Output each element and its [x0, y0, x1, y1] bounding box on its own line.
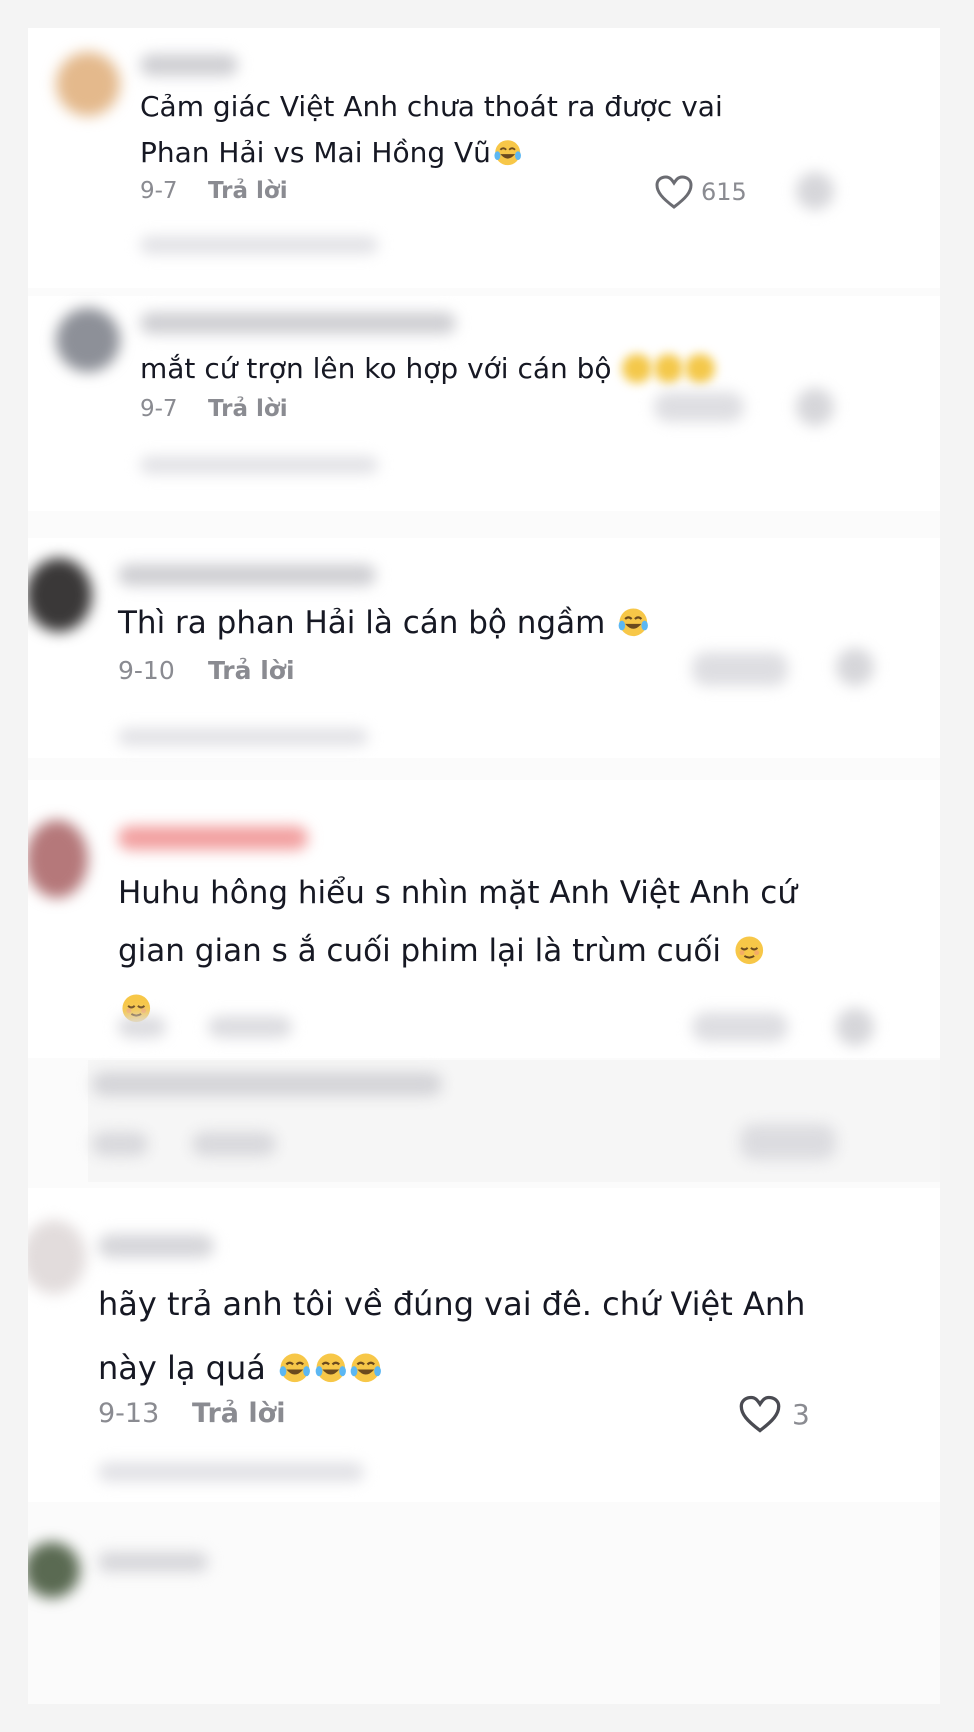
- reply-button[interactable]: [208, 1016, 292, 1038]
- dislike-icon[interactable]: [836, 1008, 874, 1046]
- comment-panel: [88, 1060, 940, 1182]
- username[interactable]: [98, 1234, 214, 1258]
- reply-button[interactable]: [192, 1132, 276, 1156]
- comment-date: 9-7: [140, 396, 178, 422]
- comment-panel: [28, 1516, 940, 1704]
- comment-date: 9-10: [118, 656, 175, 685]
- reply-button[interactable]: Trả lời: [208, 178, 288, 204]
- comment-text: mắt cứ trợn lên ko hợp với cán bộ: [140, 346, 715, 392]
- view-replies-link[interactable]: [140, 236, 378, 254]
- avatar[interactable]: [28, 820, 88, 898]
- like-button[interactable]: [692, 1012, 788, 1042]
- avatar[interactable]: [28, 1220, 86, 1294]
- comment-list: Cảm giác Việt Anh chưa thoát ra được vai…: [28, 28, 940, 1704]
- view-replies-link[interactable]: [118, 728, 368, 746]
- view-replies-link[interactable]: [140, 456, 378, 474]
- avatar[interactable]: [28, 558, 92, 632]
- comment-date: 9-7: [140, 178, 178, 204]
- tears-of-joy-emoji: [618, 608, 649, 637]
- avatar[interactable]: [56, 308, 120, 372]
- comment-panel: Thì ra phan Hải là cán bộ ngầm 9-10 Trả …: [28, 538, 940, 758]
- username[interactable]: [118, 826, 308, 850]
- tears-of-joy-emoji: [279, 1353, 310, 1383]
- reply-button[interactable]: Trả lời: [192, 1398, 285, 1429]
- heart-icon[interactable]: [738, 1394, 782, 1434]
- dislike-icon[interactable]: [796, 388, 834, 426]
- comment-text: [92, 1072, 442, 1096]
- like-count: 3: [792, 1398, 810, 1431]
- view-replies-link[interactable]: [98, 1462, 364, 1482]
- avatar[interactable]: [28, 1542, 80, 1598]
- like-button[interactable]: [692, 652, 788, 686]
- comment-text: Thì ra phan Hải là cán bộ ngầm: [118, 598, 650, 648]
- blurred-emoji: [653, 353, 684, 384]
- relieved-face-emoji: [735, 936, 763, 965]
- reply-button[interactable]: Trả lời: [208, 396, 288, 422]
- dislike-icon[interactable]: [796, 172, 834, 210]
- comment-text: hãy trả anh tôi về đúng vai đê. chứ Việt…: [98, 1285, 806, 1387]
- comment-date: [118, 1016, 166, 1038]
- like-button[interactable]: [654, 392, 744, 422]
- dislike-icon[interactable]: [836, 648, 874, 686]
- comment-panel: Cảm giác Việt Anh chưa thoát ra được vai…: [28, 28, 940, 288]
- avatar[interactable]: [56, 52, 120, 116]
- blurred-emoji: [622, 353, 652, 384]
- comment-panel: hãy trả anh tôi về đúng vai đê. chứ Việt…: [28, 1188, 940, 1502]
- blurred-emoji: [685, 353, 715, 384]
- like-count: 615: [701, 178, 747, 206]
- tears-of-joy-emoji: [494, 139, 521, 165]
- comment-text: Cảm giác Việt Anh chưa thoát ra được vai…: [140, 90, 723, 169]
- comment-panel: mắt cứ trợn lên ko hợp với cán bộ 9-7 Tr…: [28, 296, 940, 511]
- like-button[interactable]: [740, 1124, 836, 1160]
- comment-panel: Huhu hông hiểu s nhìn mặt Anh Việt Anh c…: [28, 780, 940, 1058]
- comment-date: 9-13: [98, 1398, 160, 1429]
- username[interactable]: [140, 312, 456, 334]
- username[interactable]: [98, 1552, 208, 1572]
- heart-icon[interactable]: [654, 174, 694, 210]
- comment-date: [92, 1132, 148, 1156]
- tears-of-joy-emoji: [315, 1353, 346, 1383]
- tears-of-joy-emoji: [350, 1353, 382, 1383]
- username[interactable]: [140, 54, 238, 76]
- comment-text: Huhu hông hiểu s nhìn mặt Anh Việt Anh c…: [118, 864, 797, 1038]
- reply-button[interactable]: Trả lời: [208, 656, 295, 685]
- username[interactable]: [118, 564, 376, 586]
